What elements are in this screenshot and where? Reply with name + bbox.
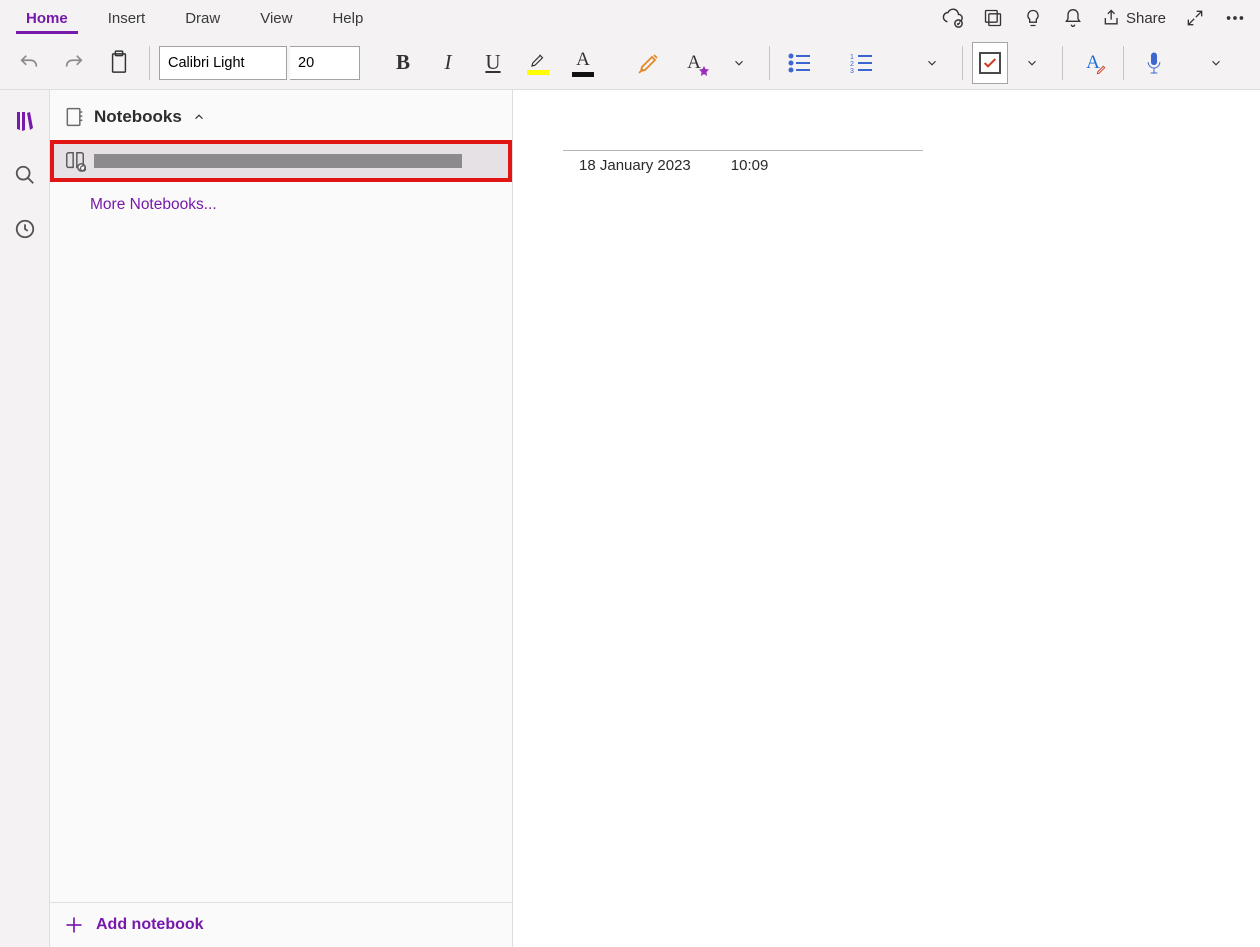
undo-button[interactable] (8, 42, 50, 84)
header-actions: Share (942, 7, 1254, 29)
notebooks-panel: Notebooks More Notebooks... Add notebook (50, 90, 513, 947)
numbered-list-button[interactable]: 1 2 3 (841, 42, 883, 84)
bell-icon[interactable] (1062, 7, 1084, 29)
open-book-icon (64, 150, 86, 172)
svg-text:3: 3 (850, 68, 854, 73)
plus-icon (64, 915, 84, 935)
tab-view[interactable]: View (240, 4, 312, 33)
clipboard-button[interactable] (98, 42, 140, 84)
styles-button[interactable]: A (673, 42, 715, 84)
feed-icon[interactable] (982, 7, 1004, 29)
separator (149, 46, 150, 80)
paragraph-dropdown[interactable] (911, 42, 953, 84)
notebook-icon (64, 106, 84, 128)
italic-button[interactable]: I (427, 42, 469, 84)
font-color-button[interactable]: A (562, 42, 604, 84)
bold-button[interactable]: B (382, 42, 424, 84)
ribbon-toolbar: Calibri Light 20 B I U A A (0, 36, 1260, 90)
checkbox-icon (979, 52, 1001, 74)
notebook-item-selected[interactable] (50, 140, 512, 182)
note-canvas[interactable]: 18 January 2023 10:09 (513, 90, 1260, 947)
chevron-up-icon (192, 110, 206, 124)
share-button[interactable]: Share (1102, 8, 1166, 28)
separator (962, 46, 963, 80)
voice-dropdown[interactable] (1195, 42, 1237, 84)
lightbulb-icon[interactable] (1022, 7, 1044, 29)
dictate-button[interactable] (1133, 42, 1175, 84)
notebooks-title: Notebooks (94, 107, 182, 127)
separator (1123, 46, 1124, 80)
highlight-color-swatch (527, 70, 549, 75)
add-notebook-label: Add notebook (96, 916, 204, 934)
navigation-rail (0, 90, 50, 947)
separator (769, 46, 770, 80)
rail-notebooks[interactable] (12, 108, 38, 134)
rail-search[interactable] (12, 162, 38, 188)
note-time: 10:09 (731, 157, 769, 174)
separator (1062, 46, 1063, 80)
svg-text:2: 2 (850, 61, 854, 68)
tab-help[interactable]: Help (312, 4, 383, 33)
bullet-list-button[interactable] (779, 42, 821, 84)
tags-dropdown[interactable] (1011, 42, 1053, 84)
sync-status-icon[interactable] (942, 7, 964, 29)
underline-button[interactable]: U (472, 42, 514, 84)
tab-draw[interactable]: Draw (165, 4, 240, 33)
tabs-group: Home Insert Draw View Help (6, 4, 383, 33)
top-menu-bar: Home Insert Draw View Help (0, 0, 1260, 36)
ink-button[interactable]: A (1072, 42, 1114, 84)
notebook-name-redacted (94, 154, 462, 168)
add-notebook-button[interactable]: Add notebook (50, 902, 512, 947)
tab-home[interactable]: Home (6, 4, 88, 33)
rail-recent[interactable] (12, 216, 38, 242)
todo-tag-button[interactable] (972, 42, 1008, 84)
note-date: 18 January 2023 (579, 157, 691, 174)
note-date-line: 18 January 2023 10:09 (563, 150, 923, 174)
font-name-input[interactable]: Calibri Light (159, 46, 287, 80)
more-formatting-dropdown[interactable] (718, 42, 760, 84)
notebooks-header[interactable]: Notebooks (50, 90, 512, 140)
more-icon[interactable] (1224, 7, 1246, 29)
font-size-input[interactable]: 20 (290, 46, 360, 80)
svg-text:1: 1 (850, 54, 854, 61)
tab-insert[interactable]: Insert (88, 4, 166, 33)
redo-button[interactable] (53, 42, 95, 84)
share-label: Share (1126, 10, 1166, 27)
body-area: Notebooks More Notebooks... Add notebook… (0, 90, 1260, 947)
clear-formatting-button[interactable] (628, 42, 670, 84)
more-notebooks-link[interactable]: More Notebooks... (50, 182, 512, 214)
fullscreen-icon[interactable] (1184, 7, 1206, 29)
font-color-swatch (572, 72, 594, 77)
highlight-button[interactable] (517, 42, 559, 84)
